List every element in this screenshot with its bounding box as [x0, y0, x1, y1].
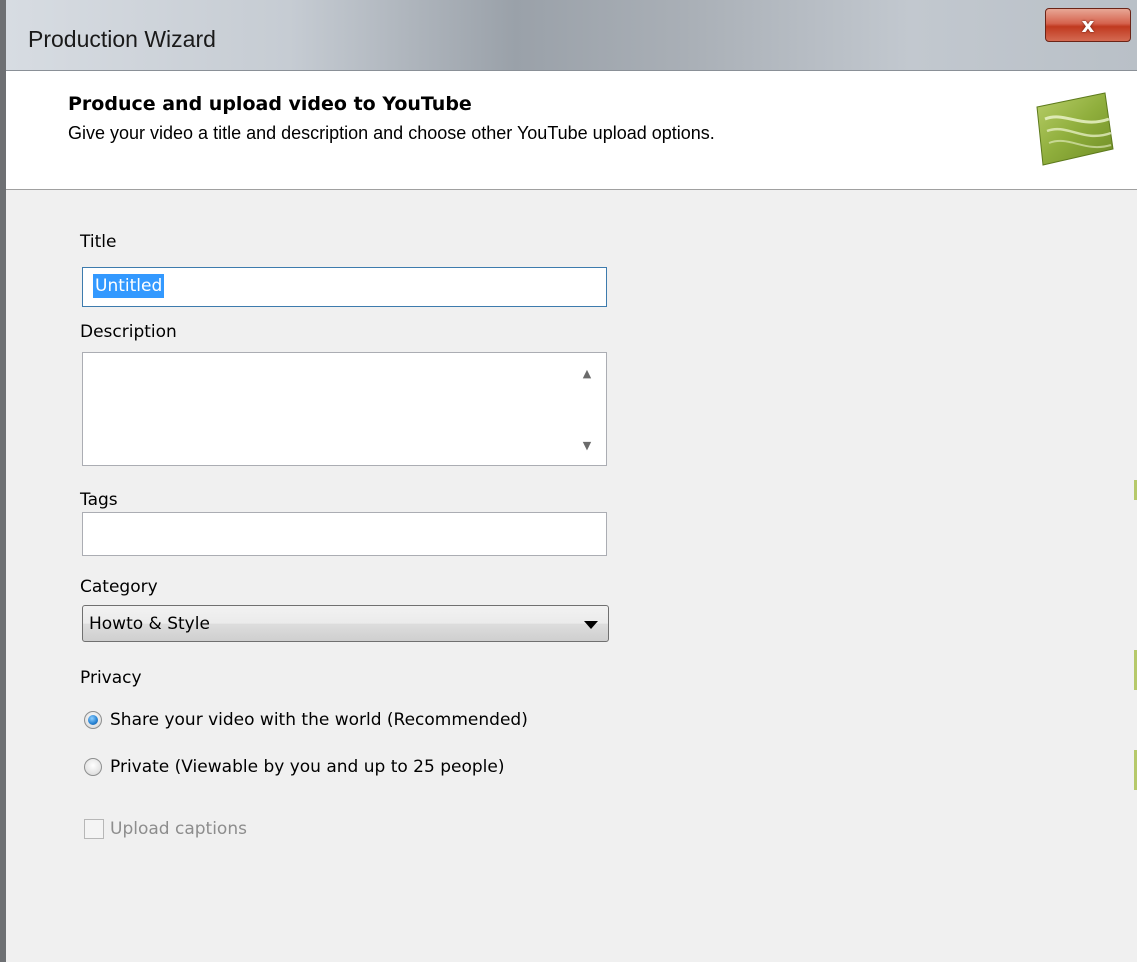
title-label: Title [80, 232, 117, 252]
tags-input[interactable] [82, 512, 607, 556]
scroll-up-icon[interactable]: ▲ [580, 368, 594, 379]
privacy-option-private-label: Private (Viewable by you and up to 25 pe… [110, 757, 505, 777]
close-button[interactable]: x [1045, 8, 1131, 42]
privacy-option-private[interactable]: Private (Viewable by you and up to 25 pe… [84, 752, 504, 782]
description-label: Description [80, 322, 177, 342]
title-input[interactable]: Untitled [82, 267, 607, 307]
page-heading: Produce and upload video to YouTube [68, 93, 472, 115]
close-icon: x [1081, 13, 1095, 37]
upload-captions-label: Upload captions [110, 819, 247, 839]
category-select[interactable]: Howto & Style [82, 605, 609, 642]
radio-button-checked[interactable] [84, 711, 102, 729]
privacy-label: Privacy [80, 668, 142, 688]
chevron-down-icon [584, 621, 598, 629]
production-wizard-logo-icon [1036, 92, 1114, 166]
tags-label: Tags [80, 490, 118, 510]
radio-button-unchecked[interactable] [84, 758, 102, 776]
privacy-option-public-label: Share your video with the world (Recomme… [110, 710, 528, 730]
title-selected-text: Untitled [93, 274, 165, 298]
production-wizard-window: Production Wizard x Produce and upload v… [0, 0, 1137, 962]
category-label: Category [80, 577, 158, 597]
title-bar[interactable]: Production Wizard x [6, 0, 1137, 71]
upload-captions-checkbox [84, 819, 104, 839]
category-selected-value: Howto & Style [89, 614, 210, 634]
wizard-header: Produce and upload video to YouTube Give… [6, 71, 1137, 190]
window-title: Production Wizard [28, 26, 216, 52]
upload-captions-checkbox-row: Upload captions [84, 815, 247, 843]
description-textarea[interactable]: ▲ ▼ [82, 352, 607, 466]
scroll-down-icon[interactable]: ▼ [580, 440, 594, 451]
page-description: Give your video a title and description … [68, 123, 715, 143]
privacy-option-public[interactable]: Share your video with the world (Recomme… [84, 705, 528, 735]
